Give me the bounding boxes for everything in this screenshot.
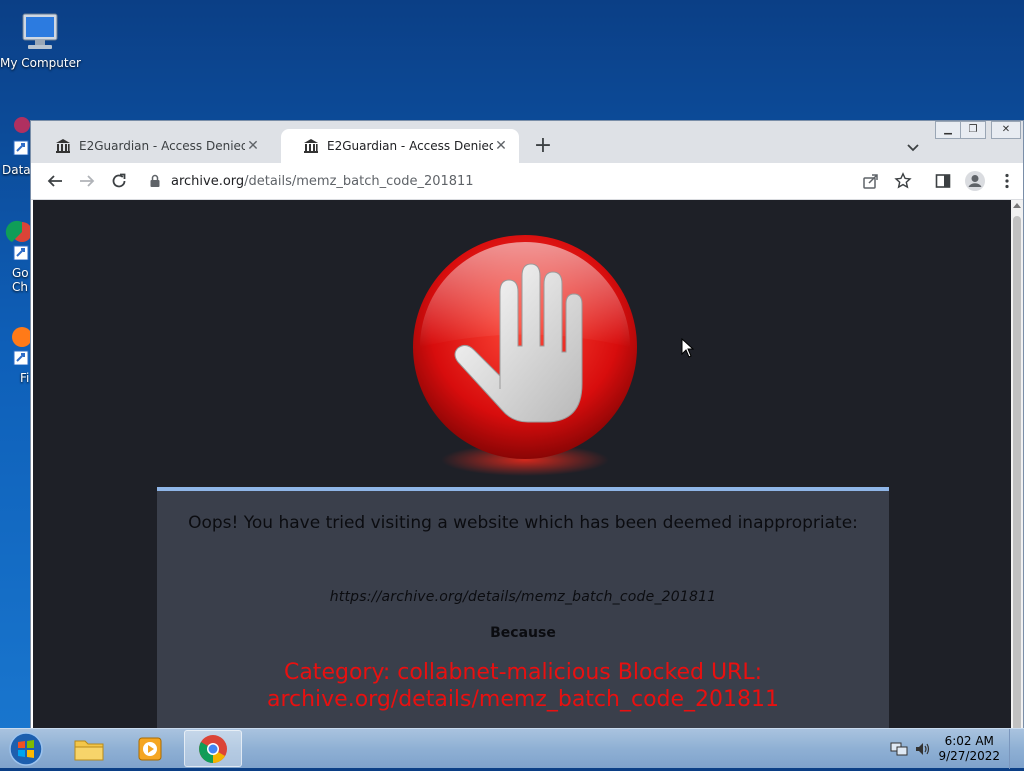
profile-button[interactable] <box>963 169 987 193</box>
block-message-box: Oops! You have tried visiting a website … <box>157 487 889 729</box>
taskbar-chrome[interactable] <box>184 730 242 767</box>
tab-search-button[interactable] <box>903 137 923 157</box>
folder-icon <box>74 740 104 760</box>
arrow-right-icon <box>80 175 95 187</box>
url-text: archive.org/details/memz_batch_code_2018… <box>171 174 474 189</box>
menu-button[interactable] <box>995 169 1019 193</box>
address-bar[interactable]: archive.org/details/memz_batch_code_2018… <box>143 166 923 196</box>
stop-hand-icon <box>413 235 637 476</box>
share-icon <box>863 174 878 189</box>
arrow-left-icon <box>47 175 62 187</box>
clock-date: 9/27/2022 <box>938 749 1000 763</box>
clock-time: 6:02 AM <box>944 734 994 748</box>
tab-1[interactable]: E2Guardian - Access Denied ✕ <box>33 129 271 163</box>
tab-title: E2Guardian - Access Denied <box>327 139 493 153</box>
desktop-icon-label: Go Ch <box>12 266 29 294</box>
forward-button[interactable] <box>75 169 99 193</box>
computer-icon <box>22 13 58 49</box>
share-button[interactable] <box>859 169 883 193</box>
chevron-down-icon <box>907 144 919 152</box>
minimize-icon: ▁ <box>944 124 952 135</box>
bookmark-button[interactable] <box>891 169 915 193</box>
mouse-cursor-icon <box>681 338 695 358</box>
taskbar-media-player[interactable] <box>121 730 179 767</box>
side-panel-icon <box>935 174 951 188</box>
firefox-shortcut-icon <box>12 327 30 365</box>
because-label: Because <box>490 625 556 641</box>
desktop-icon-label: Data <box>2 163 31 177</box>
chrome-shortcut-icon <box>5 220 30 260</box>
close-icon: ✕ <box>1001 124 1011 135</box>
close-icon[interactable]: ✕ <box>493 138 509 154</box>
scroll-up-icon[interactable] <box>1013 203 1021 208</box>
browser-toolbar: archive.org/details/memz_batch_code_2018… <box>31 163 1023 200</box>
reload-button[interactable] <box>107 169 131 193</box>
windows-start-icon <box>9 732 43 766</box>
browser-window: E2Guardian - Access Denied ✕ E2Guardian … <box>30 120 1024 730</box>
restore-icon: ❐ <box>968 124 978 135</box>
show-desktop-button[interactable] <box>1009 729 1024 769</box>
desktop-icon-label: Fi <box>20 371 30 385</box>
scrollbar-thumb[interactable] <box>1013 216 1021 729</box>
url-host: archive.org <box>171 173 245 189</box>
tab-2[interactable]: E2Guardian - Access Denied ✕ <box>281 129 519 163</box>
media-player-icon <box>138 737 162 760</box>
blocked-url: https://archive.org/details/memz_batch_c… <box>329 589 717 605</box>
shortcut-icon <box>13 117 30 155</box>
taskbar-file-explorer[interactable] <box>60 730 118 767</box>
page-scrollbar[interactable] <box>1011 200 1023 729</box>
new-tab-button[interactable]: + <box>531 135 555 159</box>
taskbar: 6:02 AM 9/27/2022 <box>0 728 1024 769</box>
back-button[interactable] <box>43 169 67 193</box>
reload-icon <box>112 173 126 188</box>
system-clock[interactable]: 6:02 AM 9/27/2022 <box>938 734 1000 764</box>
close-icon[interactable]: ✕ <box>245 138 261 154</box>
more-vertical-icon <box>1005 173 1009 189</box>
museum-icon <box>55 138 71 154</box>
chrome-icon <box>199 734 227 763</box>
lock-icon <box>147 173 163 189</box>
star-icon <box>894 172 912 189</box>
tab-title: E2Guardian - Access Denied <box>79 139 245 153</box>
museum-icon <box>303 138 319 154</box>
start-button[interactable] <box>6 731 46 767</box>
block-reason: Category: collabnet-malicious Blocked UR… <box>266 660 780 712</box>
side-panel-button[interactable] <box>931 169 955 193</box>
desktop-icon-data[interactable]: Data <box>0 115 32 177</box>
tab-strip: E2Guardian - Access Denied ✕ E2Guardian … <box>31 121 1023 163</box>
restore-button[interactable]: ❐ <box>960 121 986 139</box>
block-heading: Oops! You have tried visiting a website … <box>188 513 858 533</box>
close-window-button[interactable]: ✕ <box>991 121 1021 139</box>
url-path: /details/memz_batch_code_201811 <box>244 173 474 189</box>
minimize-button[interactable]: ▁ <box>935 121 961 139</box>
avatar-icon <box>965 171 985 191</box>
desktop-icon-google-chrome[interactable]: Go Ch <box>0 220 32 294</box>
desktop-icon-firefox[interactable]: Fi <box>0 325 32 385</box>
desktop-icon-label: My Computer <box>0 56 81 70</box>
page-content: Oops! You have tried visiting a website … <box>33 200 1013 729</box>
volume-icon[interactable] <box>914 741 932 761</box>
desktop-icon-my-computer[interactable]: My Computer <box>0 8 81 70</box>
network-icon[interactable] <box>890 741 908 761</box>
